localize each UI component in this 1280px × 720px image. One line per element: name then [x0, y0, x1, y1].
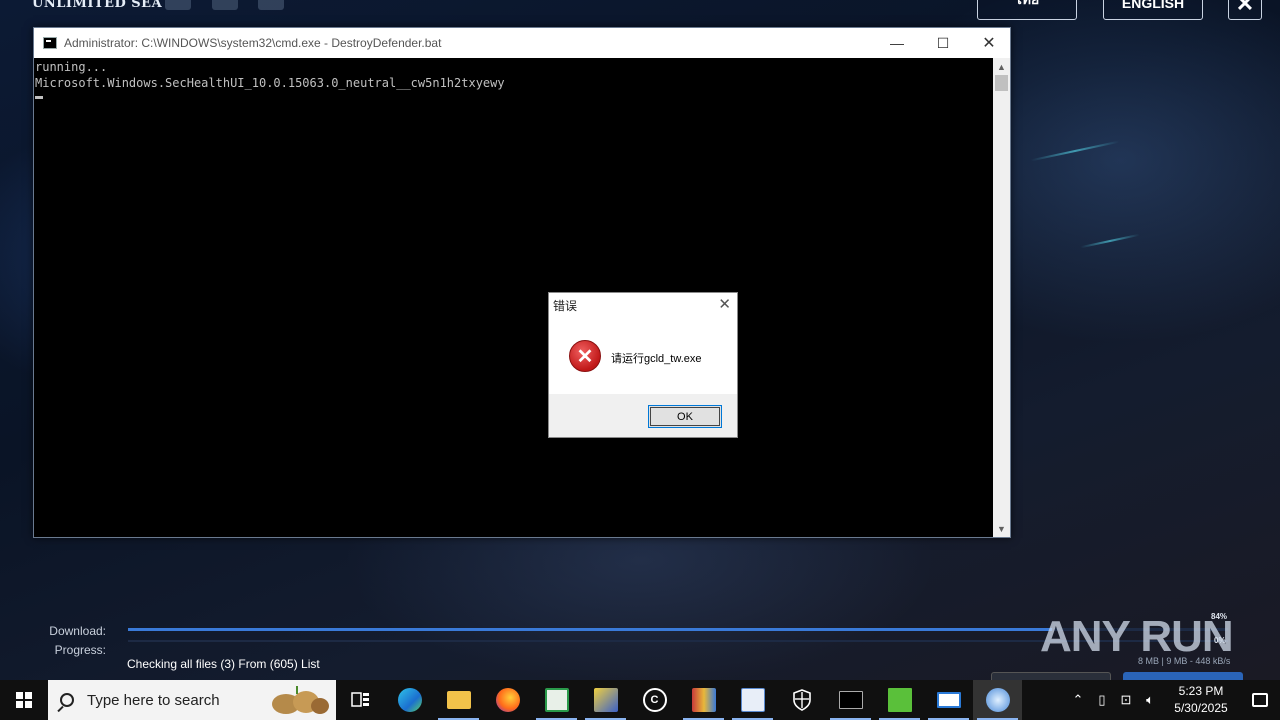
dialog-title: 错误: [553, 299, 578, 313]
scroll-thumb[interactable]: [995, 75, 1008, 91]
anyrun-watermark: ANY RUN: [1040, 612, 1234, 662]
error-dialog[interactable]: 错误 ✕ ✕ 请运行gcld_tw.exe OK: [548, 292, 738, 438]
edge-browser-icon[interactable]: [385, 680, 434, 720]
chevron-up-icon[interactable]: ⌃: [1066, 692, 1090, 708]
clock-time: 5:23 PM: [1178, 684, 1224, 698]
download-label: Download:: [49, 624, 106, 638]
maximize-button[interactable]: ☐: [920, 28, 966, 58]
game-launcher-icon[interactable]: [973, 680, 1022, 720]
system-tray: ⌃ ▯ ⊡ 🔈︎ 5:23 PM 5/30/2025: [1066, 680, 1280, 720]
watermark-text: ANY RUN: [1040, 612, 1234, 661]
background-streak: [1080, 233, 1140, 249]
minimize-button[interactable]: —: [874, 28, 920, 58]
cmd-app-icon: [43, 37, 57, 49]
app-window-icon[interactable]: [532, 680, 581, 720]
launcher-nav-icon[interactable]: [258, 0, 284, 10]
dialog-message: 请运行gcld_tw.exe: [611, 353, 702, 365]
console-output[interactable]: running... Microsoft.Windows.SecHealthUI…: [34, 58, 995, 537]
search-icon: [60, 693, 74, 707]
dialog-close-icon[interactable]: ✕: [718, 295, 731, 313]
error-icon: ✕: [569, 340, 601, 372]
windows-security-shield-icon[interactable]: [777, 680, 826, 720]
launcher-logo: UNLIMITED SEA: [32, 0, 163, 11]
start-game-button[interactable]: START GAME: [1123, 672, 1243, 680]
volume-icon[interactable]: 🔈︎: [1138, 692, 1162, 708]
search-placeholder: Type here to search: [87, 691, 220, 709]
task-view-icon[interactable]: [336, 680, 385, 720]
notifications-icon[interactable]: [1240, 693, 1280, 707]
taskbar-search-box[interactable]: Type here to search: [48, 680, 336, 720]
app-green-icon[interactable]: [875, 680, 924, 720]
cmd-titlebar[interactable]: Administrator: C:\WINDOWS\system32\cmd.e…: [34, 28, 1010, 58]
update-button[interactable]: UPDATE: [991, 672, 1111, 680]
notepad-icon[interactable]: [728, 680, 777, 720]
firefox-icon[interactable]: [483, 680, 532, 720]
background-streak: [1030, 140, 1120, 162]
start-button[interactable]: [0, 680, 48, 720]
taskbar: Type here to search C ⌃ ▯ ⊡ 🔈︎ 5:23 PM 5…: [0, 680, 1280, 720]
ccleaner-icon[interactable]: C: [630, 680, 679, 720]
launcher-nav-icon[interactable]: [165, 0, 191, 10]
console-line: running...: [35, 60, 108, 74]
language-thai-button[interactable]: ไทย: [977, 0, 1077, 20]
close-button[interactable]: ✕: [966, 28, 1012, 58]
ok-button[interactable]: OK: [648, 405, 722, 428]
windows-logo-icon: [16, 692, 32, 708]
progress-label: Progress:: [54, 643, 106, 657]
console-scrollbar[interactable]: ▲ ▼: [993, 58, 1010, 537]
search-highlight-potatoes-icon: [272, 686, 329, 714]
console-cursor: [35, 96, 43, 99]
command-prompt-icon[interactable]: [826, 680, 875, 720]
taskbar-clock[interactable]: 5:23 PM 5/30/2025: [1162, 683, 1240, 717]
winrar-archive-icon[interactable]: [679, 680, 728, 720]
battery-icon[interactable]: ▯: [1090, 692, 1114, 708]
cmd-window-title: Administrator: C:\WINDOWS\system32\cmd.e…: [64, 36, 442, 50]
launcher-nav-icon[interactable]: [212, 0, 238, 10]
scroll-up-icon[interactable]: ▲: [993, 58, 1010, 75]
console-line: Microsoft.Windows.SecHealthUI_10.0.15063…: [35, 76, 505, 90]
app-blue-window-icon[interactable]: [924, 680, 973, 720]
clock-date: 5/30/2025: [1174, 701, 1228, 715]
download-progress-fill: [128, 628, 1052, 631]
cmd-window[interactable]: Administrator: C:\WINDOWS\system32\cmd.e…: [33, 27, 1011, 538]
language-english-button[interactable]: ENGLISH: [1103, 0, 1203, 20]
network-tool-icon[interactable]: [581, 680, 630, 720]
launcher-close-button[interactable]: ✕: [1228, 0, 1262, 20]
network-icon[interactable]: ⊡: [1114, 692, 1138, 708]
file-explorer-icon[interactable]: [434, 680, 483, 720]
scroll-down-icon[interactable]: ▼: [993, 520, 1010, 537]
status-text: Checking all files (3) From (605) List: [127, 657, 320, 671]
